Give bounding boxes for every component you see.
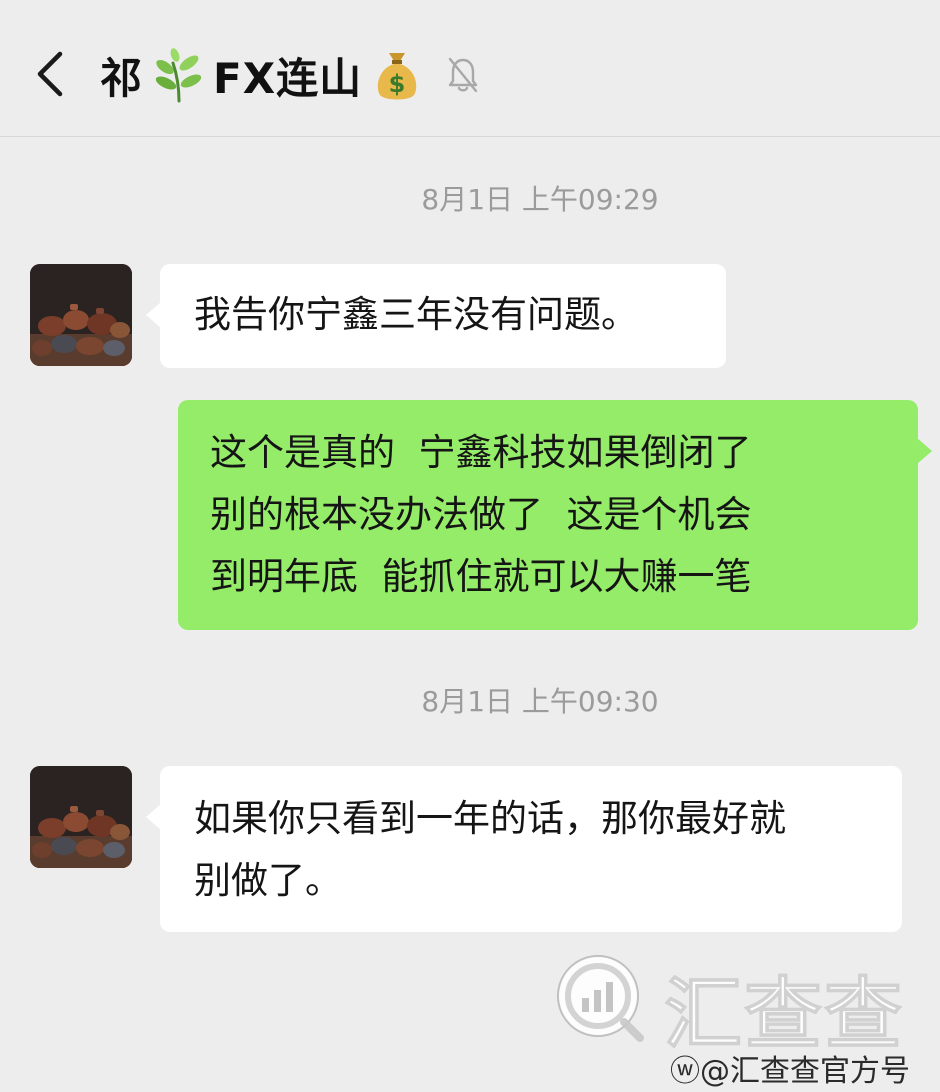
teapot-collection-image bbox=[30, 766, 132, 868]
teapot-collection-image bbox=[30, 264, 132, 366]
message-text: 别做了。 bbox=[194, 859, 342, 902]
contact-avatar[interactable] bbox=[30, 766, 132, 868]
contact-name-prefix: 祁 bbox=[100, 53, 144, 103]
watermark-brand: 汇查查 bbox=[663, 970, 905, 1061]
message-timestamp: 8月1日 上午09:29 bbox=[421, 183, 659, 216]
message-timestamp: 8月1日 上午09:30 bbox=[421, 685, 659, 718]
contact-avatar[interactable] bbox=[30, 264, 132, 366]
chat-header: 祁 FX连山 $ bbox=[0, 0, 940, 137]
watermark: 汇查查 ⓦ@汇查查官方号 bbox=[552, 950, 940, 1092]
incoming-message-bubble[interactable]: 我告你宁鑫三年没有问题。 bbox=[146, 264, 726, 368]
watermark-caption-text: @汇查查官方号 bbox=[700, 1054, 910, 1089]
message-text: 到明年底 能抓住就可以大赚一笔 bbox=[210, 555, 752, 598]
message-text: 这个是真的 宁鑫科技如果倒闭了 bbox=[210, 431, 752, 474]
herb-leaf-icon bbox=[153, 47, 203, 103]
weibo-icon: ⓦ bbox=[670, 1054, 700, 1089]
chevron-left-icon bbox=[37, 51, 63, 97]
money-bag-icon: $ bbox=[372, 47, 422, 103]
watermark-logo-icon bbox=[557, 955, 644, 1042]
svg-text:$: $ bbox=[389, 70, 406, 98]
incoming-message-bubble[interactable]: 如果你只看到一年的话，那你最好就 别做了。 bbox=[146, 766, 902, 932]
chat-title[interactable]: 祁 FX连山 $ bbox=[100, 40, 480, 110]
outgoing-message-bubble[interactable]: 这个是真的 宁鑫科技如果倒闭了 别的根本没办法做了 这是个机会 到明年底 能抓住… bbox=[178, 400, 932, 630]
message-text: 别的根本没办法做了 这是个机会 bbox=[210, 493, 752, 536]
message-text: 我告你宁鑫三年没有问题。 bbox=[194, 293, 638, 336]
bell-muted-icon bbox=[446, 55, 480, 95]
back-button[interactable] bbox=[30, 48, 74, 100]
message-text: 如果你只看到一年的话，那你最好就 bbox=[194, 797, 786, 840]
watermark-caption: ⓦ@汇查查官方号 bbox=[670, 1046, 910, 1090]
contact-name: FX连山 bbox=[213, 53, 363, 103]
